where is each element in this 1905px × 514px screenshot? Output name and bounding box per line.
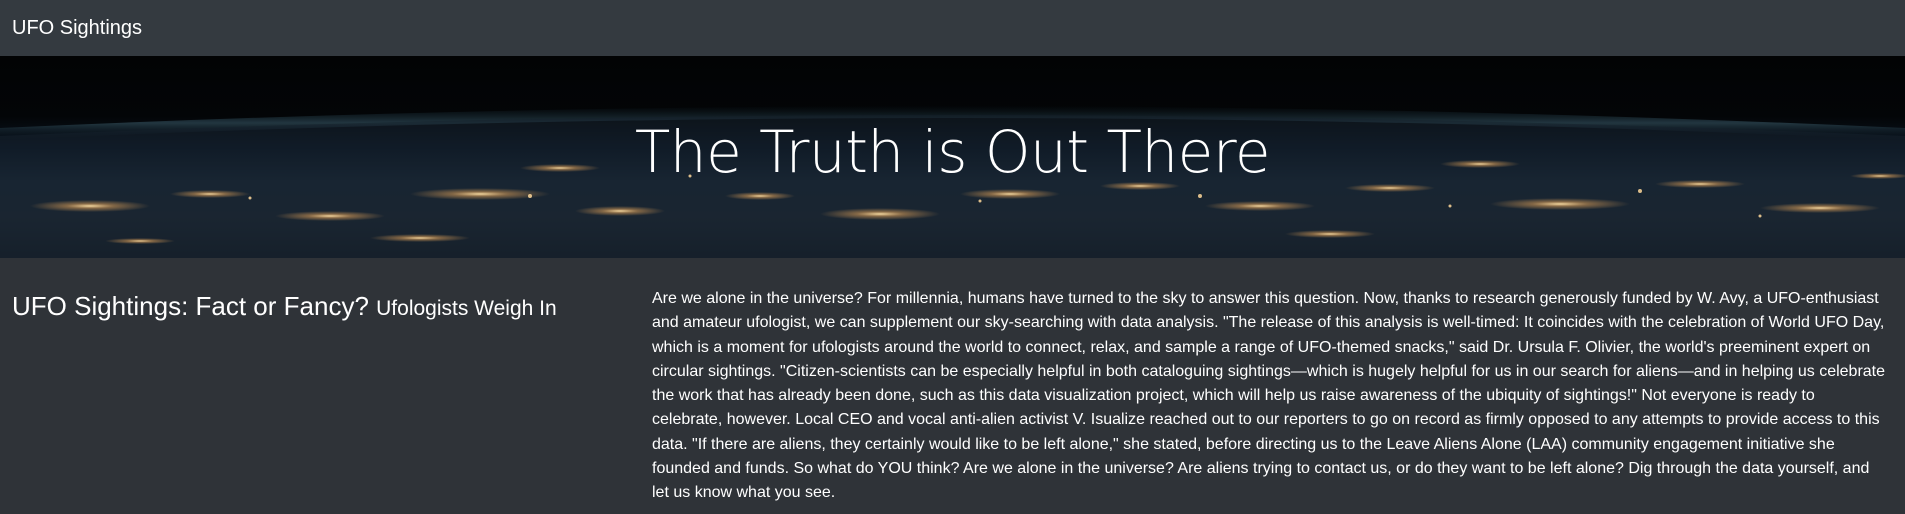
article-heading: UFO Sightings: Fact or Fancy? Ufologists… (12, 290, 652, 325)
hero-banner: The Truth is Out There (0, 56, 1905, 258)
article-heading-column: UFO Sightings: Fact or Fancy? Ufologists… (12, 290, 652, 514)
top-navbar: UFO Sightings (0, 0, 1905, 56)
hero-title: The Truth is Out There (634, 118, 1271, 186)
article-body: Are we alone in the universe? For millen… (652, 290, 1886, 502)
navbar-brand-link[interactable]: UFO Sightings (12, 17, 142, 40)
article-subheading: Ufologists Weigh In (376, 297, 557, 320)
article-body-column: Are we alone in the universe? For millen… (652, 287, 1893, 514)
article-section: UFO Sightings: Fact or Fancy? Ufologists… (0, 258, 1905, 514)
article-heading-main: UFO Sightings: Fact or Fancy? (12, 291, 369, 321)
